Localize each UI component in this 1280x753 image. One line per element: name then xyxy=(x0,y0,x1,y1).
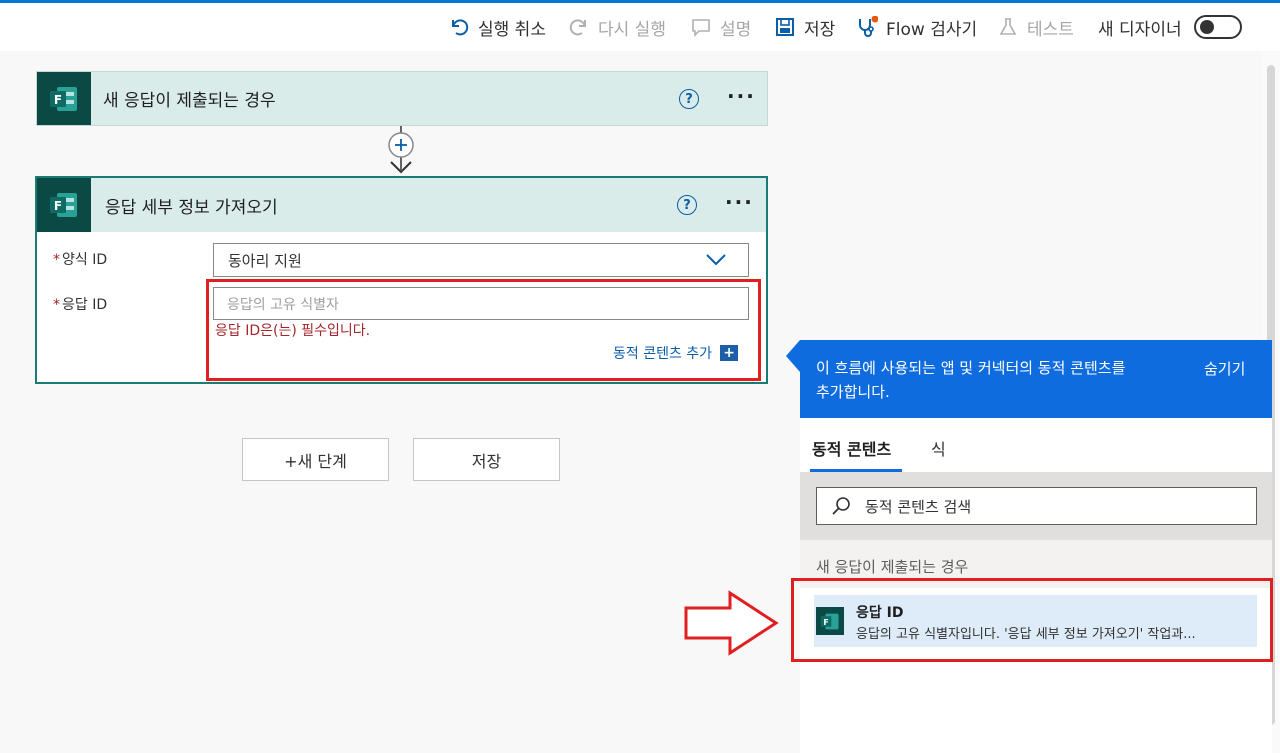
chevron-down-icon xyxy=(706,254,726,266)
more-options-icon[interactable]: ··· xyxy=(725,190,754,214)
svg-text:F: F xyxy=(54,199,62,213)
stethoscope-icon xyxy=(859,16,878,37)
trigger-title: 새 응답이 제출되는 경우 xyxy=(103,91,276,111)
panel-pointer xyxy=(786,340,800,372)
redo-icon xyxy=(569,19,586,36)
save-label: 저장 xyxy=(471,451,502,471)
help-icon[interactable]: ? xyxy=(679,89,699,109)
save-button[interactable]: 저장 xyxy=(413,438,560,481)
flask-icon xyxy=(999,18,1017,35)
tab-dynamic-content[interactable]: 동적 콘텐츠 xyxy=(812,436,891,460)
flow-checker-button[interactable]: Flow 검사기 xyxy=(856,13,977,41)
test-label: 테스트 xyxy=(1027,19,1074,40)
group-header-label: 새 응답이 제출되는 경우 xyxy=(816,558,969,576)
flow-checker-label: Flow 검사기 xyxy=(886,19,978,40)
insert-step-button[interactable] xyxy=(389,133,413,157)
search-icon xyxy=(832,497,850,515)
undo-button[interactable]: 실행 취소 xyxy=(448,13,546,41)
panel-banner: 이 흐름에 사용되는 앱 및 커넥터의 동적 콘텐츠를 추가합니다. 숨기기 xyxy=(800,340,1272,418)
response-id-label: * 응답 ID xyxy=(53,297,108,313)
more-options-icon[interactable]: ··· xyxy=(727,84,756,108)
panel-banner-text: 이 흐름에 사용되는 앱 및 커넥터의 동적 콘텐츠를 추가합니다. xyxy=(816,359,1126,401)
help-icon[interactable]: ? xyxy=(677,195,697,215)
svg-text:F: F xyxy=(54,93,62,107)
save-toolbar-label: 저장 xyxy=(804,19,836,40)
toggle-switch[interactable] xyxy=(1193,15,1242,39)
tab-expression[interactable]: 식 xyxy=(931,436,946,460)
undo-label: 실행 취소 xyxy=(478,19,546,40)
action-card-header[interactable]: F 응답 세부 정보 가져오기 ? ··· xyxy=(37,178,766,232)
forms-icon: F xyxy=(37,178,91,232)
form-id-value: 동아리 지원 xyxy=(228,251,302,270)
save-icon xyxy=(776,18,794,36)
action-title: 응답 세부 정보 가져오기 xyxy=(105,197,278,218)
highlight-box-input xyxy=(206,279,761,381)
new-designer-toggle[interactable]: 새 디자이너 xyxy=(1098,13,1242,41)
dynamic-content-search-input[interactable]: 동적 콘텐츠 검색 xyxy=(816,487,1257,525)
form-id-label: * 양식 ID xyxy=(53,252,108,268)
trigger-card[interactable]: F 새 응답이 제출되는 경우 ? ··· xyxy=(36,71,768,126)
undo-icon xyxy=(452,19,469,36)
save-toolbar-button[interactable]: 저장 xyxy=(774,13,835,41)
form-id-dropdown[interactable]: 동아리 지원 xyxy=(213,243,749,277)
red-arrow-annotation xyxy=(684,590,779,656)
search-placeholder: 동적 콘텐츠 검색 xyxy=(865,497,972,516)
comment-label: 설명 xyxy=(720,19,752,40)
test-button[interactable]: 테스트 xyxy=(997,13,1074,41)
comment-icon xyxy=(692,19,710,37)
toggle-knob xyxy=(1199,20,1214,34)
trigger-card-header[interactable]: F 새 응답이 제출되는 경우 ? ··· xyxy=(37,72,767,125)
dynamic-content-panel: 이 흐름에 사용되는 앱 및 커넥터의 동적 콘텐츠를 추가합니다. 숨기기 동… xyxy=(800,340,1272,753)
redo-button[interactable]: 다시 실행 xyxy=(568,13,666,41)
search-area: 동적 콘텐츠 검색 xyxy=(800,472,1272,540)
hide-panel-button[interactable]: 숨기기 xyxy=(1204,358,1245,379)
new-designer-label: 새 디자이너 xyxy=(1098,19,1182,40)
command-bar: 실행 취소 다시 실행 설명 저장 Flow 검사기 테스트 새 디자이너 xyxy=(0,3,1280,51)
comment-button[interactable]: 설명 xyxy=(690,13,751,41)
new-step-button[interactable]: +새 단계 xyxy=(242,438,389,481)
highlight-box-item xyxy=(791,578,1273,662)
forms-icon: F xyxy=(37,72,91,125)
new-step-label: +새 단계 xyxy=(284,451,347,471)
redo-label: 다시 실행 xyxy=(598,19,666,40)
